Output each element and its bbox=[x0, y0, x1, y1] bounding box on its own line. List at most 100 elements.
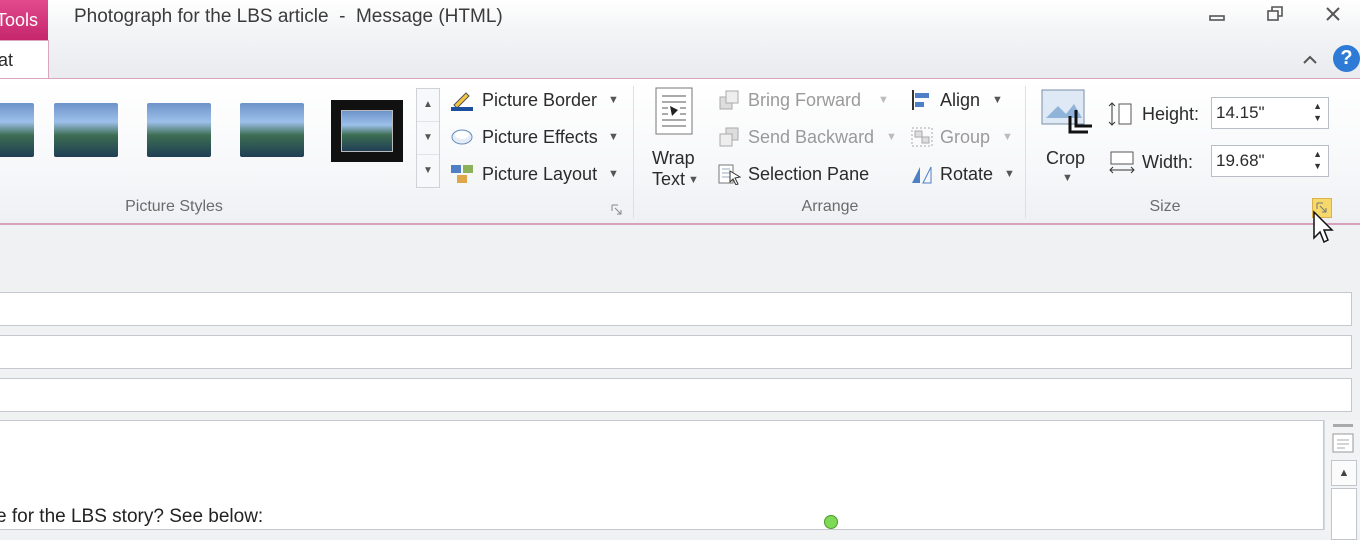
group-label-size: Size bbox=[1149, 198, 1181, 215]
restore-icon bbox=[1267, 6, 1283, 21]
group-icon bbox=[911, 127, 933, 147]
scroll-up-button[interactable]: ▲ bbox=[1331, 460, 1357, 486]
height-icon bbox=[1108, 101, 1134, 132]
picture-style-thumbnail-selected[interactable] bbox=[331, 100, 403, 162]
chevron-down-icon: ▼ bbox=[608, 94, 619, 106]
picture-effects-icon bbox=[451, 129, 473, 145]
spin-down-icon[interactable]: ▼ bbox=[1313, 112, 1322, 124]
picture-effects-label: Picture Effects bbox=[482, 127, 598, 147]
height-spinner[interactable]: ▲ ▼ bbox=[1313, 100, 1322, 124]
tab-format[interactable]: at bbox=[0, 40, 49, 79]
close-icon bbox=[1326, 7, 1340, 21]
picture-layout-label: Picture Layout bbox=[482, 164, 598, 184]
chevron-down-icon: ▼ bbox=[992, 94, 1003, 106]
group-button: Group ▼ bbox=[910, 126, 1013, 153]
width-input[interactable]: 19.68" ▲ ▼ bbox=[1211, 145, 1329, 177]
send-backward-button: Send Backward ▼ bbox=[718, 126, 897, 153]
picture-border-label: Picture Border bbox=[482, 90, 598, 110]
chevron-down-icon: ▼ bbox=[608, 168, 619, 180]
window-title: Photograph for the LBS article - Message… bbox=[74, 6, 503, 27]
group-separator bbox=[1025, 86, 1026, 218]
to-field[interactable] bbox=[0, 292, 1352, 326]
splitter-handle[interactable] bbox=[1333, 424, 1353, 427]
chevron-down-icon: ▼ bbox=[688, 174, 699, 186]
picture-border-icon bbox=[451, 92, 473, 111]
selection-pane-icon bbox=[718, 164, 742, 186]
rotate-button[interactable]: Rotate ▼ bbox=[910, 163, 1015, 190]
chevron-down-icon: ▼ bbox=[878, 94, 889, 106]
rotation-handle[interactable] bbox=[824, 515, 838, 529]
help-icon[interactable]: ? bbox=[1333, 45, 1360, 72]
group-label-arrange: Arrange bbox=[801, 198, 859, 215]
wrap-text-label-line2: Text bbox=[652, 169, 686, 189]
wrap-text-icon bbox=[655, 87, 693, 135]
restore-button[interactable] bbox=[1258, 4, 1292, 30]
bring-forward-label: Bring Forward bbox=[748, 90, 862, 110]
crop-label: Crop bbox=[1046, 148, 1086, 168]
close-button[interactable] bbox=[1316, 4, 1350, 30]
chevron-down-icon: ▼ bbox=[1004, 168, 1015, 180]
send-backward-label: Send Backward bbox=[748, 127, 875, 147]
width-spinner[interactable]: ▲ ▼ bbox=[1313, 148, 1322, 172]
spin-down-icon[interactable]: ▼ bbox=[1313, 160, 1322, 172]
group-label: Group bbox=[940, 127, 991, 147]
picture-style-thumbnail[interactable] bbox=[54, 103, 118, 157]
chevron-down-icon: ▼ bbox=[1002, 131, 1013, 143]
crop-button[interactable]: Crop ▼ bbox=[1040, 88, 1096, 188]
send-backward-icon bbox=[719, 127, 739, 147]
picture-styles-dialog-launcher[interactable] bbox=[611, 203, 623, 215]
group-separator bbox=[633, 86, 634, 218]
chevron-down-icon: ▼ bbox=[608, 131, 619, 143]
height-label: Height: bbox=[1142, 104, 1200, 124]
thumbnail-image bbox=[341, 110, 393, 152]
vertical-scrollbar[interactable]: ▲ bbox=[1324, 420, 1360, 540]
help-glyph: ? bbox=[1340, 47, 1353, 69]
bring-forward-icon bbox=[719, 90, 739, 110]
picture-border-button[interactable]: Picture Border ▼ bbox=[450, 89, 619, 116]
picture-style-thumbnail[interactable] bbox=[0, 103, 34, 157]
view-toggle-icon[interactable] bbox=[1331, 432, 1355, 459]
picture-tools-contextual-tab: Tools bbox=[0, 0, 48, 40]
minimize-icon bbox=[1209, 15, 1225, 21]
wrap-text-label-line1: Wrap bbox=[652, 148, 695, 168]
height-value: 14.15" bbox=[1216, 103, 1265, 122]
cc-field[interactable] bbox=[0, 335, 1352, 369]
subject-field[interactable] bbox=[0, 378, 1352, 412]
bring-forward-button: Bring Forward ▼ bbox=[718, 89, 889, 116]
spin-up-icon[interactable]: ▲ bbox=[1313, 100, 1322, 112]
picture-layout-button[interactable]: Picture Layout ▼ bbox=[450, 163, 619, 190]
picture-style-thumbnail[interactable] bbox=[240, 103, 304, 157]
chevron-down-icon: ▼ bbox=[886, 131, 897, 143]
gallery-up-button[interactable]: ▲ bbox=[417, 89, 439, 122]
dialog-launcher-icon bbox=[611, 204, 622, 215]
gallery-more-button[interactable]: ▼ bbox=[417, 155, 439, 187]
collapse-ribbon-button[interactable] bbox=[1300, 50, 1320, 70]
width-icon bbox=[1108, 149, 1136, 180]
spin-up-icon[interactable]: ▲ bbox=[1313, 148, 1322, 160]
rotate-label: Rotate bbox=[940, 164, 994, 184]
align-button[interactable]: Align ▼ bbox=[910, 89, 1003, 116]
align-icon bbox=[912, 90, 929, 110]
group-label-picture-styles: Picture Styles bbox=[125, 198, 223, 215]
selection-pane-label: Selection Pane bbox=[748, 164, 870, 184]
picture-effects-button[interactable]: Picture Effects ▼ bbox=[450, 126, 619, 153]
selection-pane-button[interactable]: Selection Pane bbox=[718, 163, 869, 190]
picture-style-thumbnail[interactable] bbox=[147, 103, 211, 157]
gallery-scroll: ▲ ▼ ▼ bbox=[416, 88, 440, 188]
align-label: Align bbox=[940, 90, 981, 110]
format-tab-label: at bbox=[0, 50, 14, 70]
width-label: Width: bbox=[1142, 152, 1194, 172]
wrap-text-button[interactable]: Wrap Text ▼ bbox=[650, 86, 700, 196]
crop-icon bbox=[1041, 89, 1092, 134]
rotate-icon bbox=[912, 166, 932, 184]
minimize-button[interactable] bbox=[1200, 4, 1234, 30]
gallery-down-button[interactable]: ▼ bbox=[417, 122, 439, 155]
height-input[interactable]: 14.15" ▲ ▼ bbox=[1211, 97, 1329, 129]
chevron-down-icon: ▼ bbox=[1062, 172, 1073, 184]
width-value: 19.68" bbox=[1216, 151, 1265, 170]
chevron-up-icon bbox=[1303, 55, 1317, 64]
picture-layout-icon bbox=[451, 165, 473, 183]
tools-tab-label: Tools bbox=[0, 10, 39, 30]
mouse-cursor-icon bbox=[1312, 210, 1334, 251]
scroll-thumb[interactable] bbox=[1331, 488, 1357, 540]
